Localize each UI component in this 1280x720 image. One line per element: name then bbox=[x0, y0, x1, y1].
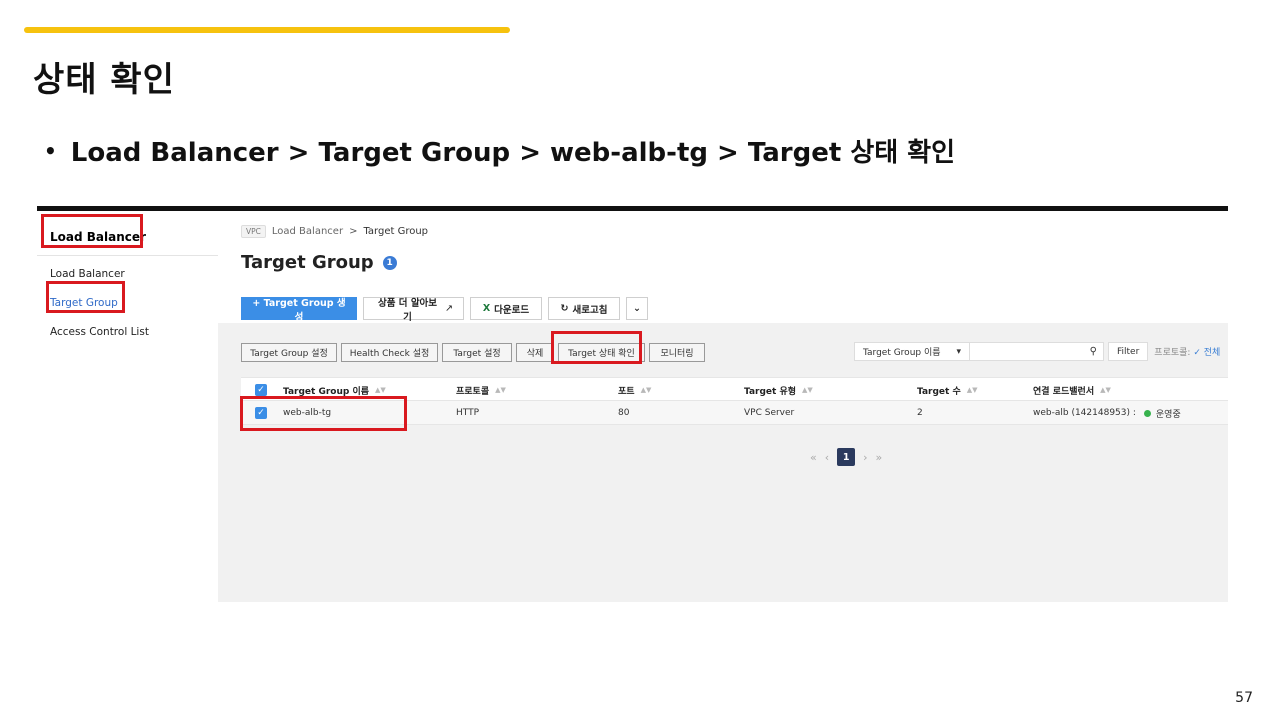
table-row[interactable]: ✓ web-alb-tg HTTP 80 VPC Server 2 web-al… bbox=[241, 401, 1228, 425]
action-buttons: Target Group 설정 Health Check 설정 Target 설… bbox=[241, 343, 705, 362]
bullet-text: Load Balancer > Target Group > web-alb-t… bbox=[70, 138, 956, 168]
select-all-checkbox[interactable]: ✓ bbox=[255, 378, 267, 402]
sort-icon: ▲▼ bbox=[802, 386, 813, 394]
sort-icon: ▲▼ bbox=[375, 386, 386, 394]
prev-page-icon[interactable]: ‹ bbox=[825, 451, 829, 464]
checkbox-checked-icon: ✓ bbox=[255, 407, 267, 419]
sort-icon: ▲▼ bbox=[1100, 386, 1111, 394]
current-page[interactable]: 1 bbox=[837, 448, 856, 466]
create-target-group-label: + Target Group 생성 bbox=[252, 297, 346, 323]
last-page-icon[interactable]: » bbox=[876, 451, 883, 464]
load-balancer-link[interactable]: web-alb (142148953) : bbox=[1033, 408, 1136, 418]
learn-more-button[interactable]: 상품 더 알아보기 ↗ bbox=[363, 297, 464, 323]
external-link-icon: ↗ bbox=[445, 303, 453, 314]
delete-button[interactable]: 삭제 bbox=[516, 343, 554, 362]
protocol-filter-value: 전체 bbox=[1203, 348, 1221, 358]
main-panel: VPC Load Balancer > Target Group Target … bbox=[218, 211, 1228, 602]
cell-port: 80 bbox=[618, 408, 630, 418]
checkbox-checked-icon: ✓ bbox=[255, 384, 267, 396]
health-check-settings-button[interactable]: Health Check 설정 bbox=[341, 343, 438, 362]
bullet-path: • Load Balancer > Target Group > web-alb… bbox=[44, 132, 955, 169]
caret-down-icon: ▾ bbox=[956, 346, 961, 357]
excel-icon: X bbox=[482, 303, 491, 314]
status-dot-icon bbox=[1143, 409, 1151, 417]
breadcrumb-separator-icon: > bbox=[349, 226, 358, 237]
toolbar: + Target Group 생성 상품 더 알아보기 ↗ X 다운로드 ↻ 새… bbox=[241, 297, 648, 323]
cell-target-type: VPC Server bbox=[744, 408, 795, 418]
target-settings-button[interactable]: Target 설정 bbox=[442, 343, 512, 362]
target-group-settings-button[interactable]: Target Group 설정 bbox=[241, 343, 337, 362]
bullet-dot-icon: • bbox=[44, 138, 57, 163]
page-title-text: Target Group bbox=[241, 252, 374, 273]
status-text: 운영중 bbox=[1155, 409, 1181, 420]
breadcrumb: VPC Load Balancer > Target Group bbox=[241, 225, 428, 238]
pagination: « ‹ 1 › » bbox=[810, 448, 882, 466]
search-input[interactable]: ⚲ bbox=[970, 342, 1104, 361]
chevron-down-icon: ⌄ bbox=[633, 303, 641, 314]
monitoring-button[interactable]: 모니터링 bbox=[649, 343, 705, 362]
table-header: ✓ Target Group 이름 ▲▼ 프로토콜 ▲▼ 포트 ▲▼ Target 유… bbox=[241, 377, 1228, 401]
page-number: 57 bbox=[1235, 690, 1253, 706]
check-icon: ✓ bbox=[1193, 348, 1201, 358]
console-screenshot: Load Balancer Load Balancer Target Group… bbox=[37, 206, 1228, 602]
refresh-icon: ↻ bbox=[560, 303, 569, 314]
column-header-protocol[interactable]: 프로토콜 ▲▼ bbox=[456, 378, 506, 402]
refresh-label: 새로고침 bbox=[572, 304, 608, 316]
row-checkbox[interactable]: ✓ bbox=[255, 401, 267, 425]
sidebar-divider bbox=[37, 255, 218, 256]
sort-icon: ▲▼ bbox=[966, 386, 978, 394]
cell-protocol: HTTP bbox=[456, 408, 480, 418]
download-label: 다운로드 bbox=[494, 304, 530, 316]
create-target-group-button[interactable]: + Target Group 생성 bbox=[241, 297, 357, 323]
vpc-tag: VPC bbox=[241, 225, 266, 238]
column-header-name[interactable]: Target Group 이름 ▲▼ bbox=[283, 378, 386, 402]
sort-icon: ▲▼ bbox=[640, 386, 652, 394]
sidebar-title: Load Balancer bbox=[50, 230, 146, 244]
column-header-target-type[interactable]: Target 유형 ▲▼ bbox=[744, 378, 813, 402]
learn-more-label: 상품 더 알아보기 bbox=[377, 297, 438, 323]
column-header-port[interactable]: 포트 ▲▼ bbox=[618, 378, 651, 402]
first-page-icon[interactable]: « bbox=[810, 451, 817, 464]
cell-target-count: 2 bbox=[917, 408, 923, 418]
sidebar-item-access-control-list[interactable]: Access Control List bbox=[50, 326, 149, 338]
sidebar-item-load-balancer[interactable]: Load Balancer bbox=[50, 268, 125, 280]
main-header-area: VPC Load Balancer > Target Group Target … bbox=[218, 211, 1228, 323]
download-button[interactable]: X 다운로드 bbox=[470, 297, 542, 320]
protocol-filter[interactable]: 프로토콜: ✓ 전체 bbox=[1154, 345, 1220, 358]
breadcrumb-item-target-group: Target Group bbox=[363, 226, 429, 237]
protocol-filter-label: 프로토콜: bbox=[1154, 348, 1191, 358]
target-status-check-button[interactable]: Target 상태 확인 bbox=[558, 343, 645, 362]
search-field-value: Target Group 이름 bbox=[863, 348, 941, 358]
info-badge-icon[interactable]: 1 bbox=[382, 255, 397, 270]
cell-name[interactable]: web-alb-tg bbox=[283, 401, 331, 425]
slide-title: 상태 확인 bbox=[33, 60, 175, 100]
column-header-target-count[interactable]: Target 수 ▲▼ bbox=[917, 378, 978, 402]
cell-load-balancer: web-alb (142148953) : 운영중 bbox=[1033, 401, 1181, 425]
sidebar: Load Balancer Load Balancer Target Group… bbox=[37, 211, 218, 602]
sort-icon: ▲▼ bbox=[495, 386, 506, 394]
search-group: Target Group 이름 ▾ ⚲ Filter 프로토콜: ✓ 전체 bbox=[854, 342, 1220, 361]
search-icon[interactable]: ⚲ bbox=[1090, 346, 1097, 357]
next-page-icon[interactable]: › bbox=[863, 451, 867, 464]
search-field-select[interactable]: Target Group 이름 ▾ bbox=[854, 342, 970, 361]
breadcrumb-item-load-balancer[interactable]: Load Balancer bbox=[272, 226, 343, 237]
sidebar-item-target-group[interactable]: Target Group bbox=[50, 297, 118, 309]
column-header-load-balancer[interactable]: 연결 로드밸런서 ▲▼ bbox=[1033, 378, 1111, 402]
more-options-button[interactable]: ⌄ bbox=[626, 297, 648, 320]
refresh-button[interactable]: ↻ 새로고침 bbox=[548, 297, 620, 320]
accent-bar bbox=[24, 27, 510, 33]
filter-button[interactable]: Filter bbox=[1108, 342, 1149, 361]
page-title: Target Group 1 bbox=[241, 252, 397, 273]
